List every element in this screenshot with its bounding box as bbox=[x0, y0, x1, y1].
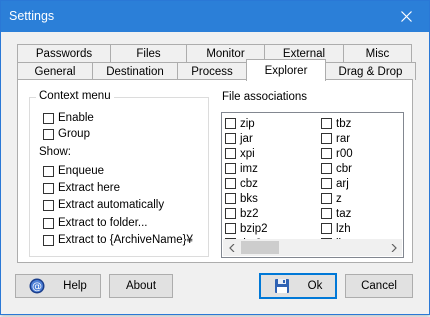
about-button[interactable]: About bbox=[109, 274, 173, 298]
tab-files[interactable]: Files bbox=[110, 44, 187, 62]
assoc-item[interactable]: bz2 bbox=[225, 206, 259, 221]
assoc-checkbox[interactable] bbox=[225, 133, 236, 144]
assoc-item[interactable]: bks bbox=[225, 191, 258, 206]
assoc-checkbox[interactable] bbox=[225, 148, 236, 159]
assoc-checkbox[interactable] bbox=[321, 223, 332, 234]
show-label: Show: bbox=[39, 146, 71, 158]
tab-drag-drop[interactable]: Drag & Drop bbox=[325, 62, 416, 80]
assoc-checkbox[interactable] bbox=[225, 208, 236, 219]
assoc-item[interactable]: arj bbox=[321, 176, 349, 191]
extract-to-archivename-checkbox-box[interactable] bbox=[43, 234, 54, 246]
settings-window: Settings Passwords Files Monitor Externa… bbox=[0, 0, 430, 315]
tab-explorer[interactable]: Explorer bbox=[246, 59, 326, 81]
extract-automatically-checkbox[interactable]: Extract automatically bbox=[43, 197, 164, 213]
extract-automatically-checkbox-box[interactable] bbox=[43, 199, 54, 211]
assoc-checkbox[interactable] bbox=[321, 118, 332, 129]
extract-to-folder-checkbox[interactable]: Extract to folder... bbox=[43, 215, 147, 231]
assoc-item[interactable]: cbz bbox=[225, 176, 258, 191]
file-associations-list[interactable]: zip jar xpi imz cbz bks bz2 bzip2 tbz2 t… bbox=[221, 112, 404, 258]
assoc-checkbox[interactable] bbox=[321, 163, 332, 174]
assoc-checkbox[interactable] bbox=[225, 223, 236, 234]
window-title: Settings bbox=[9, 9, 55, 23]
assoc-item[interactable]: lzh bbox=[321, 221, 351, 236]
assoc-checkbox[interactable] bbox=[225, 163, 236, 174]
assoc-item[interactable]: jar bbox=[225, 131, 253, 146]
tab-misc[interactable]: Misc bbox=[343, 44, 412, 62]
extract-here-checkbox-box[interactable] bbox=[43, 182, 54, 194]
title-bar[interactable]: Settings bbox=[1, 1, 429, 32]
enable-checkbox-box[interactable] bbox=[43, 112, 54, 124]
scroll-left-arrow-icon[interactable] bbox=[223, 239, 240, 256]
horizontal-scrollbar[interactable] bbox=[223, 239, 402, 256]
file-associations-label: File associations bbox=[222, 91, 308, 103]
tab-destination[interactable]: Destination bbox=[92, 62, 178, 80]
context-menu-label: Context menu bbox=[36, 90, 114, 102]
save-disk-icon bbox=[274, 278, 290, 294]
assoc-checkbox[interactable] bbox=[321, 208, 332, 219]
assoc-checkbox[interactable] bbox=[321, 133, 332, 144]
assoc-item[interactable]: tbz bbox=[321, 116, 351, 131]
assoc-item[interactable]: cbr bbox=[321, 161, 352, 176]
svg-text:@: @ bbox=[32, 282, 42, 293]
extract-to-archivename-checkbox[interactable]: Extract to {ArchiveName}¥ bbox=[43, 232, 193, 248]
tab-process[interactable]: Process bbox=[177, 62, 247, 80]
tab-passwords[interactable]: Passwords bbox=[17, 44, 111, 62]
assoc-checkbox[interactable] bbox=[321, 178, 332, 189]
extract-here-checkbox[interactable]: Extract here bbox=[43, 180, 120, 196]
tab-general[interactable]: General bbox=[17, 62, 93, 80]
help-icon: @ bbox=[29, 278, 45, 294]
assoc-checkbox[interactable] bbox=[225, 193, 236, 204]
assoc-checkbox[interactable] bbox=[321, 193, 332, 204]
assoc-item[interactable]: r00 bbox=[321, 146, 353, 161]
group-checkbox-box[interactable] bbox=[43, 128, 54, 140]
enable-checkbox[interactable]: Enable bbox=[43, 110, 94, 126]
extract-to-folder-checkbox-box[interactable] bbox=[43, 217, 54, 229]
assoc-checkbox[interactable] bbox=[225, 118, 236, 129]
help-button[interactable]: @ Help bbox=[15, 274, 101, 298]
assoc-item[interactable]: imz bbox=[225, 161, 258, 176]
assoc-item[interactable]: z bbox=[321, 191, 342, 206]
assoc-item[interactable]: rar bbox=[321, 131, 350, 146]
assoc-item[interactable]: zip bbox=[225, 116, 255, 131]
assoc-item[interactable]: bzip2 bbox=[225, 221, 268, 236]
tab-row-top: Passwords Files Monitor External Misc bbox=[17, 44, 412, 63]
enqueue-checkbox[interactable]: Enqueue bbox=[43, 163, 104, 179]
scroll-right-arrow-icon[interactable] bbox=[385, 239, 402, 256]
assoc-item[interactable]: xpi bbox=[225, 146, 255, 161]
enqueue-checkbox-box[interactable] bbox=[43, 165, 54, 177]
close-button[interactable] bbox=[383, 1, 429, 32]
scroll-thumb[interactable] bbox=[241, 241, 279, 254]
group-checkbox[interactable]: Group bbox=[43, 126, 90, 142]
close-icon bbox=[400, 11, 412, 22]
assoc-item[interactable]: taz bbox=[321, 206, 351, 221]
assoc-checkbox[interactable] bbox=[321, 148, 332, 159]
cancel-button[interactable]: Cancel bbox=[345, 274, 413, 298]
assoc-checkbox[interactable] bbox=[225, 178, 236, 189]
ok-button[interactable]: Ok bbox=[259, 273, 337, 299]
